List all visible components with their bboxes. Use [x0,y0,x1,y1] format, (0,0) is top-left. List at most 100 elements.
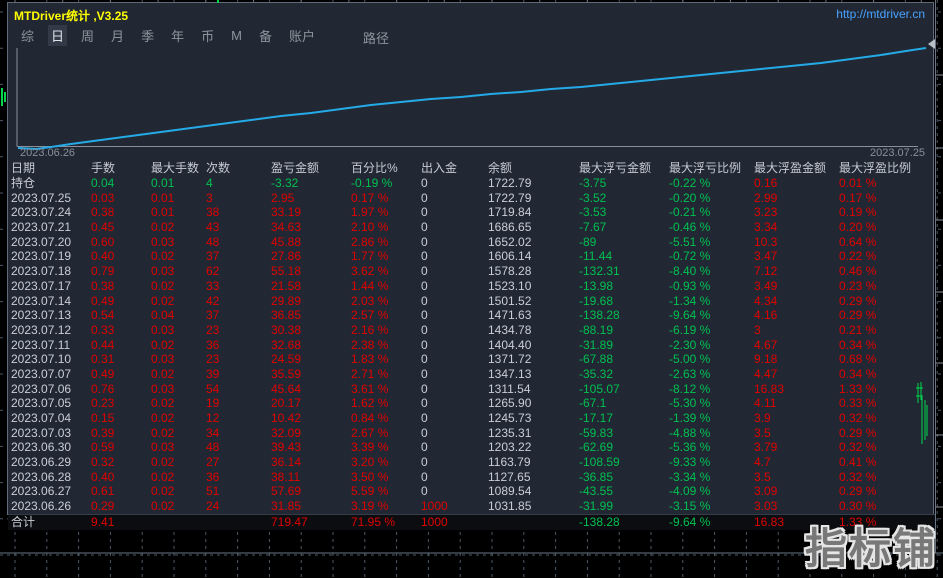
table-cell: 2023.06.27 [11,484,72,499]
table-cell: 0.45 [91,220,115,235]
table-cell: 0 [421,352,428,367]
table-row[interactable]: 2023.06.27 0.61 0.02 51 57.69 5.59 % 0 1089.54 -… [8,484,935,499]
table-row[interactable]: 2023.07.13 0.54 0.04 37 36.85 2.57 % 0 1471.63 -… [8,308,935,323]
table-row[interactable]: 2023.07.12 0.33 0.03 23 30.38 2.16 % 0 1434.78 -… [8,323,935,338]
table-cell: 39.43 [271,440,302,455]
table-cell: 1163.79 [488,455,531,470]
table-cell: 0 [421,396,428,411]
table-cell: 0.39 [91,425,115,440]
table-cell: 2023.07.19 [11,249,72,264]
table-cell: 23 [206,352,220,367]
table-cell: 33.19 [271,205,302,220]
table-cell: 0 [421,484,428,499]
mt4-screen: MTDriver统计 ,V3.25 http://mtdriver.cn 综日周… [0,0,943,578]
table-cell: 3.5 [754,425,771,440]
table-row[interactable]: 2023.06.28 0.40 0.02 36 38.11 3.50 % 0 1127.65 -… [8,470,935,485]
table-cell: -138.28 [579,308,620,323]
table-cell: -0.46 % [669,220,711,235]
table-cell: 2.57 % [351,308,389,323]
menu-tab-日[interactable]: 日 [48,25,68,46]
table-row[interactable]: 2023.07.11 0.44 0.02 36 32.68 2.38 % 0 1404.40 -… [8,338,935,353]
table-cell: 4.16 [754,308,778,323]
table-cell: 43 [206,220,220,235]
table-row[interactable]: 2023.07.06 0.76 0.03 54 45.64 3.61 % 0 1311.54 -… [8,382,935,397]
table-cell: 0 [421,411,428,425]
table-row[interactable]: 2023.07.17 0.38 0.02 33 21.58 1.44 % 0 1523.10 -… [8,279,935,294]
menu-tab-月[interactable]: 月 [108,25,127,46]
menu-tab-季[interactable]: 季 [138,25,157,46]
table-cell: 36.14 [271,455,302,470]
table-row[interactable]: 2023.07.04 0.15 0.02 12 10.42 0.84 % 0 1245.73 -… [8,411,935,426]
table-cell: 0 [421,205,428,220]
menu-tab-账户[interactable]: 账户 [286,25,318,46]
table-row[interactable]: 持仓 0.04 0.01 4 -3.32 -0.19 % 0 1722.79 -3.75 -0.2… [8,176,935,191]
table-cell: 0 [421,322,428,337]
equity-chart: 2023.06.26 2023.07.25 [8,45,935,161]
table-cell: 36 [206,469,220,484]
table-cell: 51 [206,484,220,499]
table-cell: 0.03 [151,234,175,249]
table-cell: 31.85 [271,499,302,514]
table-cell: -3.75 [579,176,607,190]
table-cell: 12 [206,411,220,425]
table-cell: -5.30 % [669,396,711,411]
menu-tab-币[interactable]: 币 [198,25,217,46]
table-cell: 2023.06.30 [11,440,72,455]
table-cell: 0 [421,381,428,396]
vendor-url-link[interactable]: http://mtdriver.cn [836,7,925,21]
table-row[interactable]: 2023.07.18 0.79 0.03 62 55.18 3.62 % 0 1578.28 -… [8,264,935,279]
table-row[interactable]: 2023.07.03 0.39 0.02 34 32.09 2.67 % 0 1235.31 -… [8,426,935,441]
table-cell: -2.63 % [669,366,711,381]
table-cell: 1722.79 [488,190,532,205]
table-cell: -3.15 % [669,499,711,514]
menu-tab-综[interactable]: 综 [18,25,37,46]
table-cell: 0.03 [91,190,115,205]
table-row[interactable]: 2023.07.24 0.38 0.01 38 33.19 1.97 % 0 1719.84 -… [8,205,935,220]
table-cell: 0 [421,278,428,293]
table-total-row[interactable]: 合计 9.41 719.47 71.95 % 1000 -138.28 -9.64 % 16.… [8,513,935,530]
table-cell: 0.29 % [839,308,877,323]
table-cell: 2023.06.26 [11,499,72,514]
table-cell: -31.89 [579,337,614,352]
table-row[interactable]: 2023.06.26 0.29 0.02 24 31.85 3.19 % 1000 1031.… [8,499,935,514]
table-row[interactable]: 2023.07.05 0.23 0.02 19 20.17 1.62 % 0 1265.90 -… [8,396,935,411]
menu-tab-M[interactable]: M [228,27,245,44]
table-cell: 4 [206,176,213,190]
app-title: MTDriver统计 ,V3.25 [14,9,129,23]
table-cell: 0.40 [91,249,115,264]
table-cell: -3.53 [579,205,607,220]
table-row[interactable]: 2023.07.25 0.03 0.01 3 2.95 0.17 % 0 1722.79 -3.… [8,191,935,206]
table-cell: 2023.06.29 [11,455,72,470]
table-cell: 3.09 [754,484,778,499]
table-row[interactable]: 2023.07.19 0.40 0.02 37 27.86 1.77 % 0 1606.14 -… [8,249,935,264]
table-cell: 4.7 [754,455,771,470]
table-cell: 最大浮亏比例 [669,161,742,175]
table-row[interactable]: 2023.07.20 0.60 0.03 48 45.88 2.86 % 0 1652.02 -… [8,235,935,250]
menu-tab-年[interactable]: 年 [168,25,187,46]
menu-tab-周[interactable]: 周 [78,25,97,46]
table-cell: -8.12 % [669,381,711,396]
table-cell: 719.47 [271,514,308,529]
table-cell: -108.59 [579,455,620,470]
table-cell: 0.30 % [839,499,877,514]
table-cell: 0.02 [151,455,175,470]
menu-tab-备[interactable]: 备 [256,25,275,46]
table-cell: 23 [206,322,220,337]
table-cell: 合计 [11,514,36,529]
table-row[interactable]: 2023.07.07 0.49 0.02 39 35.59 2.71 % 0 1347.13 -… [8,367,935,382]
table-cell: 7.12 [754,264,778,279]
table-row[interactable]: 2023.06.30 0.59 0.03 48 39.43 3.39 % 0 1203.22 -… [8,440,935,455]
table-cell: -138.28 [579,514,620,529]
table-cell: 最大浮盈金额 [754,161,827,175]
table-cell: 2.03 % [351,293,389,308]
table-cell: 29.89 [271,293,302,308]
table-cell: 0.02 [151,484,175,499]
table-row[interactable]: 2023.07.21 0.45 0.02 43 34.63 2.10 % 0 1686.65 -… [8,220,935,235]
table-cell: 3.03 [754,499,778,514]
table-row[interactable]: 2023.06.29 0.32 0.02 27 36.14 3.20 % 0 1163.79 -… [8,455,935,470]
table-cell: 0 [421,190,428,205]
table-cell: 35.59 [271,366,302,381]
table-row[interactable]: 2023.07.14 0.49 0.02 42 29.89 2.03 % 0 1501.52 -… [8,294,935,309]
table-cell: 33 [206,278,220,293]
table-row[interactable]: 2023.07.10 0.31 0.03 23 24.59 1.83 % 0 1371.72 -… [8,352,935,367]
